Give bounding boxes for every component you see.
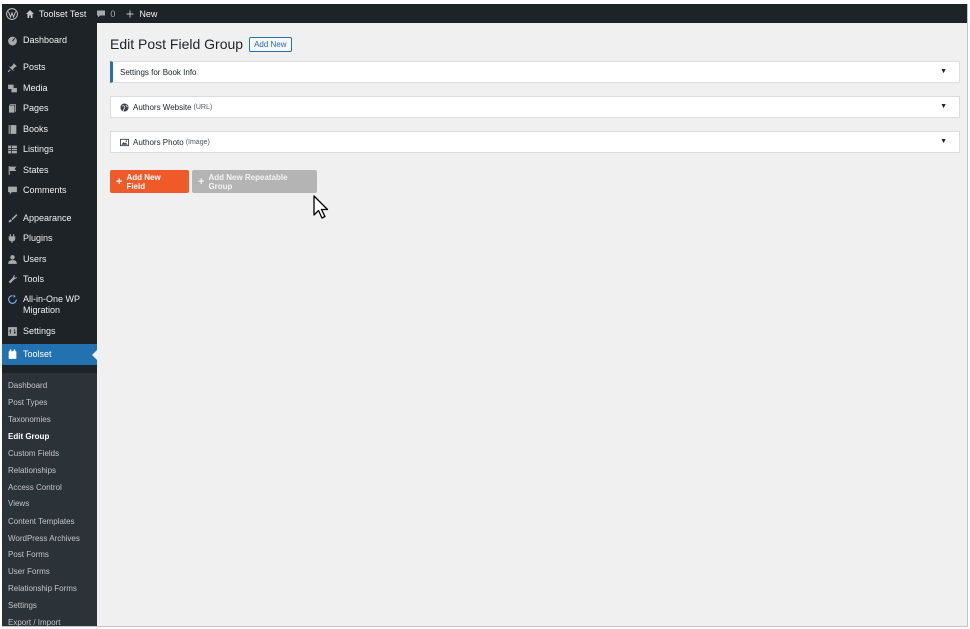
submenu-views[interactable]: Views: [8, 499, 29, 508]
submenu-relationships[interactable]: Relationships: [8, 466, 56, 475]
sidebar-item-settings[interactable]: Settings: [2, 326, 97, 337]
submenu-edit-group[interactable]: Edit Group: [8, 432, 49, 441]
plus-icon: [126, 10, 134, 17]
plus-icon: +: [116, 175, 123, 188]
screen-frame: Toolset Test 0 New Dashboard Posts Media Pa…: [2, 4, 968, 627]
sidebar-item-label: Listings: [23, 144, 54, 154]
plus-icon: +: [198, 175, 205, 188]
plugin-icon: [7, 233, 18, 244]
sidebar-item-label-wrap: All-in-One WP Migration: [23, 294, 80, 316]
dashboard-icon: [7, 35, 18, 46]
brush-icon: [7, 213, 18, 224]
submenu-wordpress-archives[interactable]: WordPress Archives: [8, 534, 80, 543]
sidebar-item-books[interactable]: Books: [2, 124, 97, 135]
sidebar-item-label: Comments: [23, 185, 67, 195]
submenu-settings[interactable]: Settings: [8, 601, 37, 610]
panel-type: (Image): [185, 138, 210, 146]
submenu-taxonomies[interactable]: Taxonomies: [8, 415, 51, 424]
sidebar-item-label: Media: [23, 83, 48, 93]
sidebar-item-label: Dashboard: [23, 35, 68, 45]
mouse-cursor-icon: [313, 195, 329, 219]
new-label: New: [139, 8, 158, 19]
submenu-relationship-forms[interactable]: Relationship Forms: [8, 584, 77, 593]
image-icon: [120, 138, 129, 147]
admin-bar-comments[interactable]: 0: [91, 4, 120, 23]
sidebar-item-listings[interactable]: Listings: [2, 144, 97, 155]
submenu-content-templates[interactable]: Content Templates: [8, 517, 75, 526]
comment-icon: [7, 185, 18, 196]
listings-icon: [7, 144, 18, 155]
toggle-arrow-icon[interactable]: ▼: [940, 68, 947, 75]
home-icon: [26, 9, 34, 18]
settings-panel[interactable]: Settings for Book Info ▼: [110, 61, 960, 83]
sidebar-item-label: Tools: [23, 274, 45, 284]
toggle-arrow-icon[interactable]: ▼: [940, 138, 947, 145]
panel-label: Authors Photo: [133, 137, 184, 147]
submenu-dashboard[interactable]: Dashboard: [8, 381, 47, 390]
admin-bar-site[interactable]: Toolset Test: [20, 4, 91, 23]
admin-bar: Toolset Test 0 New: [2, 4, 967, 23]
settings-icon: [7, 326, 18, 337]
wrench-icon: [7, 274, 18, 285]
panel-label: Settings for Book Info: [120, 67, 197, 77]
add-new-repeatable-group-label: Add New Repeatable Group: [208, 172, 288, 191]
sidebar-item-label: Plugins: [23, 233, 53, 243]
comments-count: 0: [110, 8, 116, 19]
panel-type: (URL): [193, 103, 213, 111]
sidebar-item-media[interactable]: Media: [2, 83, 97, 94]
sidebar-item-label: Appearance: [23, 213, 72, 223]
field-panel-authors-website[interactable]: Authors Website (URL) ▼: [110, 96, 960, 118]
sidebar-item-posts[interactable]: Posts: [2, 62, 97, 73]
sidebar-item-plugins[interactable]: Plugins: [2, 233, 97, 244]
pages-icon: [7, 103, 18, 114]
sidebar-item-label: Settings: [23, 326, 56, 336]
sidebar-item-toolset[interactable]: Toolset: [2, 344, 97, 365]
flag-icon: [7, 165, 18, 176]
add-new-field-button[interactable]: + Add New Field: [110, 170, 189, 193]
sidebar-item-comments[interactable]: Comments: [2, 185, 97, 196]
toggle-arrow-icon[interactable]: ▼: [940, 103, 947, 110]
sidebar-item-label-line2: Migration: [23, 305, 61, 315]
admin-sidebar: Dashboard Posts Media Pages Books Listings Sta…: [2, 23, 97, 626]
sidebar-item-all-in-one-wp[interactable]: All-in-One WP Migration: [2, 294, 97, 316]
add-new-button[interactable]: Add New: [249, 36, 292, 52]
sidebar-item-appearance[interactable]: Appearance: [2, 213, 97, 224]
sidebar-item-tools[interactable]: Tools: [2, 274, 97, 285]
field-panel-authors-photo[interactable]: Authors Photo (Image) ▼: [110, 131, 960, 153]
page-title: Edit Post Field Group: [110, 36, 244, 52]
site-name: Toolset Test: [39, 8, 87, 19]
submenu-post-forms[interactable]: Post Forms: [8, 550, 49, 559]
toolset-submenu: Dashboard Post Types Taxonomies Edit Gro…: [2, 373, 97, 626]
sidebar-item-label: Toolset: [23, 349, 52, 359]
sidebar-item-label: Pages: [23, 103, 49, 113]
comment-bubble-icon: [97, 10, 106, 17]
user-icon: [7, 254, 18, 265]
wordpress-logo-icon[interactable]: [2, 4, 20, 23]
globe-icon: [120, 102, 129, 112]
sidebar-item-label: Posts: [23, 62, 46, 72]
panel-label: Authors Website: [133, 102, 192, 112]
submenu-user-forms[interactable]: User Forms: [8, 567, 50, 576]
admin-bar-new[interactable]: New: [120, 4, 162, 23]
sidebar-item-dashboard[interactable]: Dashboard: [2, 35, 97, 46]
submenu-custom-fields[interactable]: Custom Fields: [8, 449, 59, 458]
title-row: Edit Post Field Group Add New: [110, 36, 292, 52]
migration-icon: [7, 294, 18, 305]
sidebar-item-label: Users: [23, 254, 47, 264]
media-icon: [7, 83, 18, 94]
submenu-post-types[interactable]: Post Types: [8, 398, 47, 407]
pin-icon: [7, 62, 18, 73]
submenu-access-control[interactable]: Access Control: [8, 483, 62, 492]
book-icon: [7, 124, 18, 135]
sidebar-item-label: Books: [23, 124, 49, 134]
sidebar-item-states[interactable]: States: [2, 165, 97, 176]
submenu-export-import[interactable]: Export / Import: [8, 618, 60, 626]
add-new-field-label: Add New Field: [126, 172, 161, 191]
sidebar-item-users[interactable]: Users: [2, 254, 97, 265]
toolset-icon: [7, 349, 18, 360]
sidebar-item-label: All-in-One WP: [23, 294, 81, 304]
add-new-repeatable-group-button[interactable]: + Add New Repeatable Group: [192, 170, 317, 193]
sidebar-item-pages[interactable]: Pages: [2, 103, 97, 114]
sidebar-item-label: States: [23, 165, 49, 175]
